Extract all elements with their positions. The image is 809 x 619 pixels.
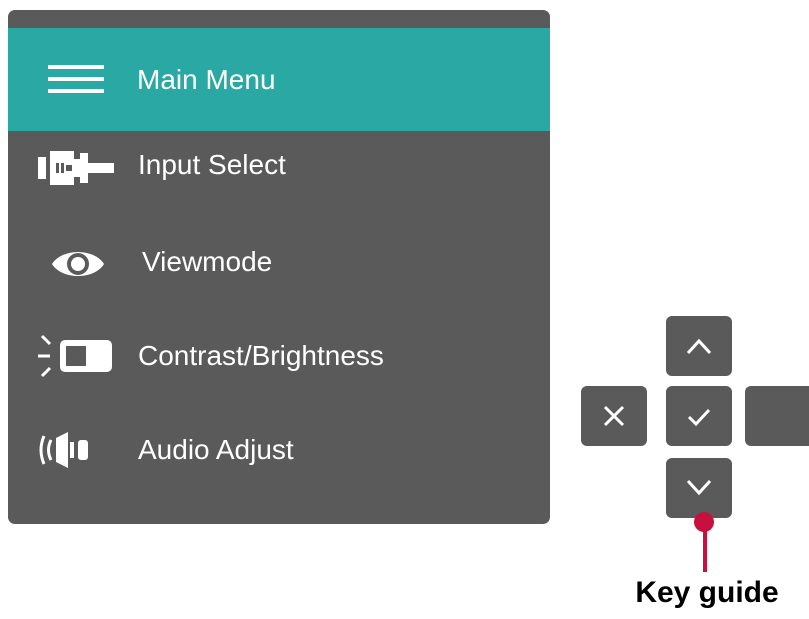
key-down[interactable]: [666, 458, 732, 518]
menu-item-viewmode[interactable]: Viewmode: [8, 216, 550, 308]
osd-stage: Main Menu Input Select Viewmode Contrast…: [0, 0, 809, 619]
hamburger-icon: [48, 65, 104, 93]
key-up[interactable]: [666, 316, 732, 376]
key-guide-pointer-dot: [694, 512, 714, 532]
input-connector-icon: [38, 151, 114, 185]
key-confirm[interactable]: [666, 386, 732, 446]
menu-item-audio-adjust[interactable]: Audio Adjust: [8, 404, 550, 496]
key-guide-label: Key guide: [635, 576, 779, 609]
menu-item-label: Input Select: [138, 149, 286, 180]
chevron-up-icon: [686, 338, 712, 355]
menu-header-main-menu[interactable]: Main Menu: [8, 28, 550, 131]
eye-icon: [52, 252, 104, 276]
chevron-down-icon: [686, 479, 712, 496]
menu-item-label: Viewmode: [142, 246, 273, 277]
menu-item-input-select[interactable]: Input Select: [8, 121, 550, 213]
speaker-icon: [39, 432, 88, 468]
menu-item-label: Audio Adjust: [138, 434, 294, 465]
brightness-icon: [38, 334, 112, 378]
osd-main-menu-panel: Main Menu Input Select Viewmode Contrast…: [8, 10, 550, 524]
key-blank[interactable]: [745, 386, 809, 446]
check-icon: [687, 408, 711, 427]
key-close[interactable]: [581, 386, 647, 446]
menu-item-contrast-brightness[interactable]: Contrast/Brightness: [8, 310, 550, 402]
menu-header-label: Main Menu: [137, 64, 276, 95]
menu-item-label: Contrast/Brightness: [138, 340, 384, 371]
close-icon: [603, 405, 625, 427]
